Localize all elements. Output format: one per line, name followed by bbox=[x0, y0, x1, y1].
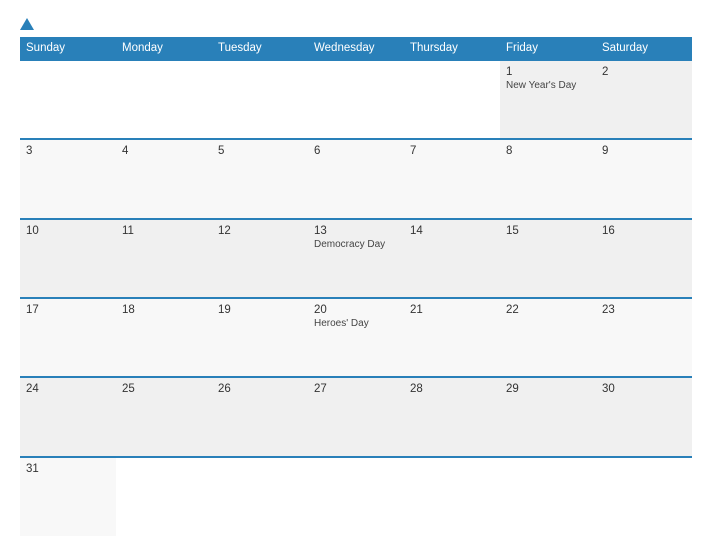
calendar-cell: 22 bbox=[500, 298, 596, 377]
calendar-cell: 27 bbox=[308, 377, 404, 456]
week-row-4: 17 18 19 20 Heroes' Day 21 22 23 bbox=[20, 298, 692, 377]
calendar-cell: 30 bbox=[596, 377, 692, 456]
week-row-5: 24 25 26 27 28 29 30 bbox=[20, 377, 692, 456]
day-number: 22 bbox=[506, 304, 590, 316]
calendar-cell bbox=[404, 457, 500, 536]
calendar-cell: 7 bbox=[404, 139, 500, 218]
day-number: 20 bbox=[314, 304, 398, 316]
day-number: 12 bbox=[218, 225, 302, 237]
day-number: 4 bbox=[122, 145, 206, 157]
day-number: 21 bbox=[410, 304, 494, 316]
calendar-cell: 28 bbox=[404, 377, 500, 456]
calendar-table: SundayMondayTuesdayWednesdayThursdayFrid… bbox=[20, 37, 692, 536]
header bbox=[20, 18, 692, 31]
day-number: 1 bbox=[506, 66, 590, 78]
calendar-cell: 24 bbox=[20, 377, 116, 456]
calendar-cell bbox=[308, 60, 404, 139]
day-number: 24 bbox=[26, 383, 110, 395]
day-number: 25 bbox=[122, 383, 206, 395]
day-number: 29 bbox=[506, 383, 590, 395]
calendar-cell: 12 bbox=[212, 219, 308, 298]
calendar-cell: 10 bbox=[20, 219, 116, 298]
weekday-header-row: SundayMondayTuesdayWednesdayThursdayFrid… bbox=[20, 37, 692, 60]
day-number: 18 bbox=[122, 304, 206, 316]
day-number: 27 bbox=[314, 383, 398, 395]
calendar-page: SundayMondayTuesdayWednesdayThursdayFrid… bbox=[0, 0, 712, 550]
calendar-cell: 26 bbox=[212, 377, 308, 456]
calendar-cell: 3 bbox=[20, 139, 116, 218]
day-number: 7 bbox=[410, 145, 494, 157]
calendar-cell: 19 bbox=[212, 298, 308, 377]
day-number: 26 bbox=[218, 383, 302, 395]
day-number: 15 bbox=[506, 225, 590, 237]
weekday-header-wednesday: Wednesday bbox=[308, 37, 404, 60]
calendar-cell bbox=[20, 60, 116, 139]
day-number: 8 bbox=[506, 145, 590, 157]
day-number: 23 bbox=[602, 304, 686, 316]
calendar-cell bbox=[308, 457, 404, 536]
day-number: 5 bbox=[218, 145, 302, 157]
calendar-cell: 9 bbox=[596, 139, 692, 218]
weekday-header-sunday: Sunday bbox=[20, 37, 116, 60]
calendar-cell: 29 bbox=[500, 377, 596, 456]
weekday-header-tuesday: Tuesday bbox=[212, 37, 308, 60]
holiday-name: Heroes' Day bbox=[314, 318, 398, 330]
day-number: 2 bbox=[602, 66, 686, 78]
weekday-header-friday: Friday bbox=[500, 37, 596, 60]
calendar-cell: 15 bbox=[500, 219, 596, 298]
day-number: 3 bbox=[26, 145, 110, 157]
calendar-cell: 2 bbox=[596, 60, 692, 139]
week-row-2: 3456789 bbox=[20, 139, 692, 218]
day-number: 6 bbox=[314, 145, 398, 157]
calendar-cell bbox=[212, 457, 308, 536]
calendar-cell bbox=[596, 457, 692, 536]
calendar-cell bbox=[500, 457, 596, 536]
calendar-cell: 31 bbox=[20, 457, 116, 536]
day-number: 30 bbox=[602, 383, 686, 395]
calendar-cell: 20 Heroes' Day bbox=[308, 298, 404, 377]
day-number: 11 bbox=[122, 225, 206, 237]
calendar-cell bbox=[404, 60, 500, 139]
day-number: 13 bbox=[314, 225, 398, 237]
holiday-name: New Year's Day bbox=[506, 80, 590, 92]
country-label bbox=[612, 18, 692, 22]
calendar-cell: 8 bbox=[500, 139, 596, 218]
calendar-cell: 5 bbox=[212, 139, 308, 218]
weekday-header-monday: Monday bbox=[116, 37, 212, 60]
holiday-name: Democracy Day bbox=[314, 239, 398, 251]
calendar-cell: 11 bbox=[116, 219, 212, 298]
calendar-cell: 25 bbox=[116, 377, 212, 456]
weekday-header-saturday: Saturday bbox=[596, 37, 692, 60]
day-number: 14 bbox=[410, 225, 494, 237]
calendar-cell: 1 New Year's Day bbox=[500, 60, 596, 139]
week-row-3: 10 11 12 13 Democracy Day 14 15 16 bbox=[20, 219, 692, 298]
day-number: 17 bbox=[26, 304, 110, 316]
logo bbox=[20, 18, 36, 31]
day-number: 10 bbox=[26, 225, 110, 237]
calendar-cell bbox=[116, 457, 212, 536]
calendar-cell: 6 bbox=[308, 139, 404, 218]
week-row-6: 31 bbox=[20, 457, 692, 536]
weekday-header-thursday: Thursday bbox=[404, 37, 500, 60]
calendar-cell: 17 bbox=[20, 298, 116, 377]
calendar-cell: 16 bbox=[596, 219, 692, 298]
calendar-cell bbox=[212, 60, 308, 139]
calendar-cell: 23 bbox=[596, 298, 692, 377]
day-number: 31 bbox=[26, 463, 110, 475]
day-number: 19 bbox=[218, 304, 302, 316]
calendar-cell: 4 bbox=[116, 139, 212, 218]
calendar-cell: 13 Democracy Day bbox=[308, 219, 404, 298]
logo-triangle-icon bbox=[20, 18, 34, 30]
calendar-cell: 14 bbox=[404, 219, 500, 298]
week-row-1: 1 New Year's Day 2 bbox=[20, 60, 692, 139]
day-number: 28 bbox=[410, 383, 494, 395]
calendar-cell: 18 bbox=[116, 298, 212, 377]
calendar-cell: 21 bbox=[404, 298, 500, 377]
day-number: 9 bbox=[602, 145, 686, 157]
day-number: 16 bbox=[602, 225, 686, 237]
calendar-cell bbox=[116, 60, 212, 139]
